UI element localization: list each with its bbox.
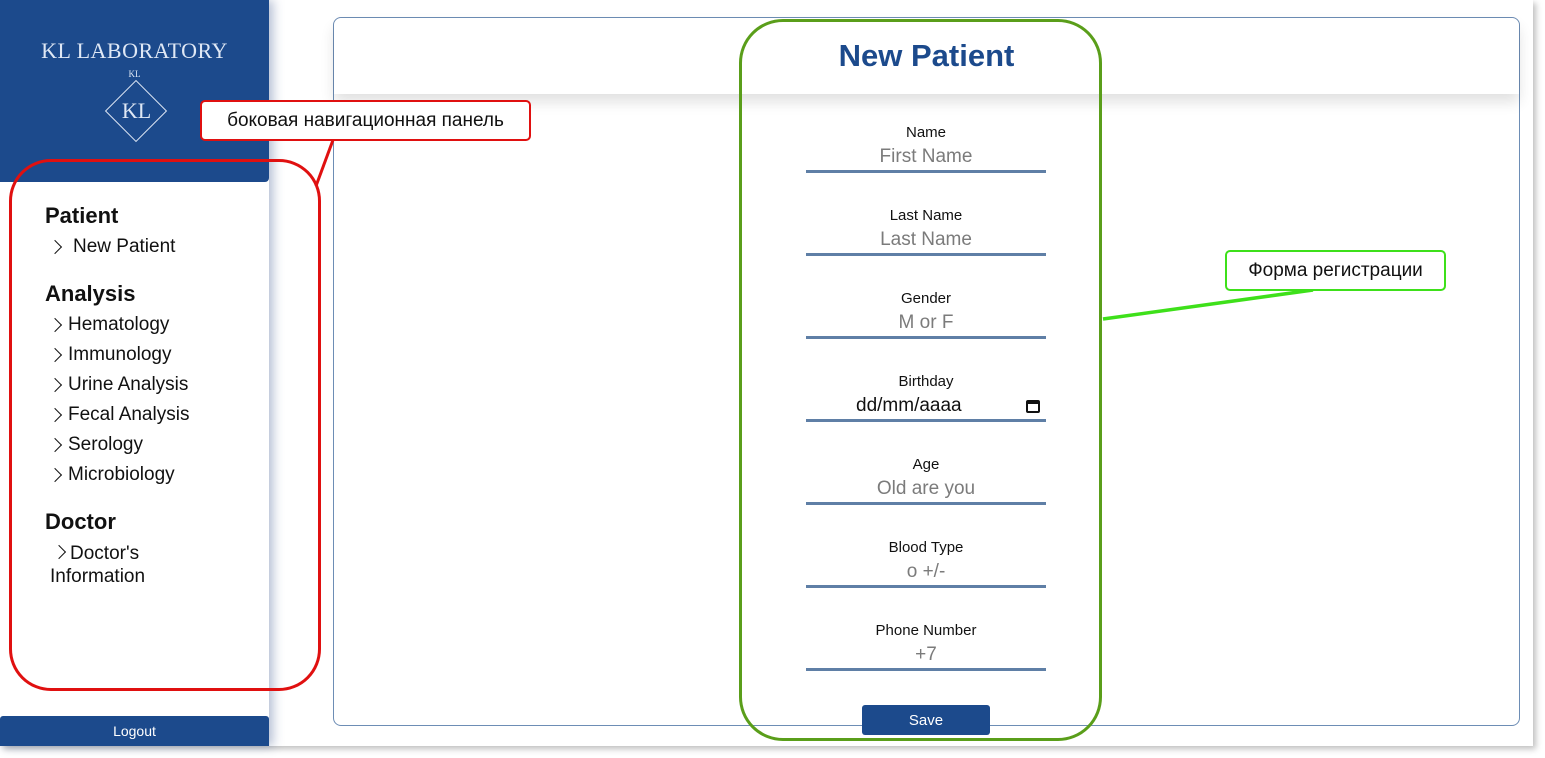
sidebar-annotation-label: боковая навигационная панель [200,100,531,141]
form-leader-line [1102,288,1314,321]
form-annotation-label: Форма регистрации [1225,250,1446,291]
sidebar-leader-line [314,139,335,187]
